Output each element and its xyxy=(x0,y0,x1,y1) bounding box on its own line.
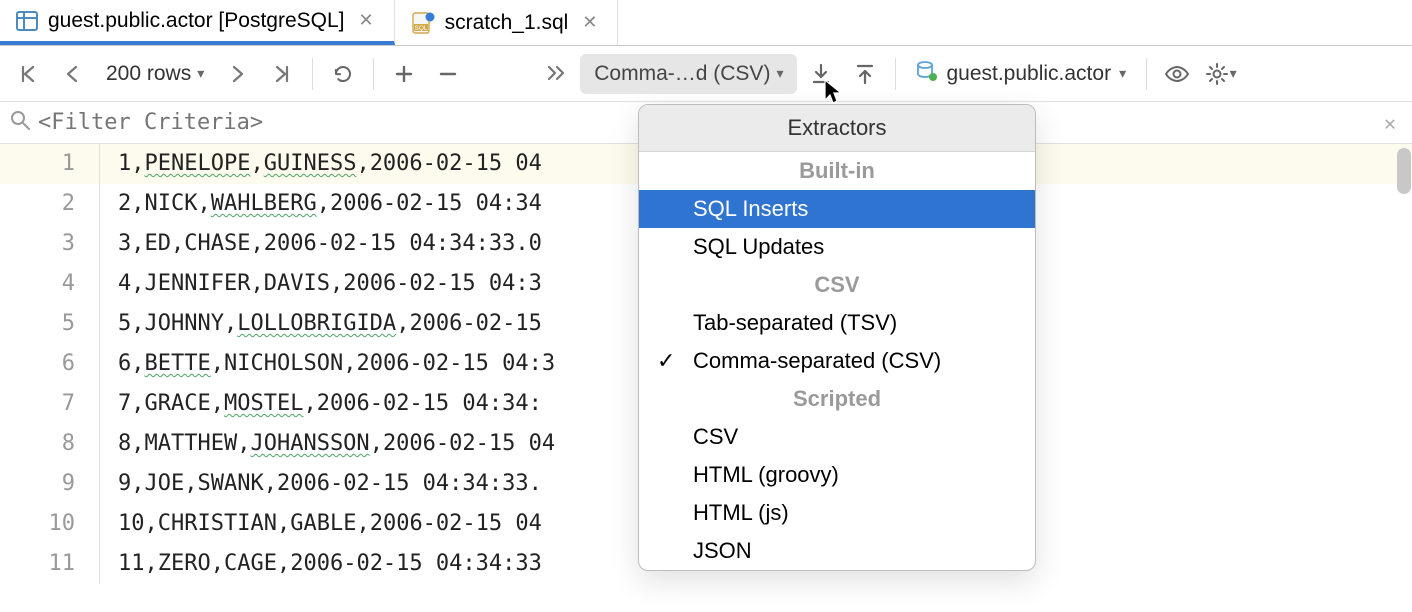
chevron-down-icon: ▾ xyxy=(776,65,783,82)
separator xyxy=(1146,58,1147,90)
extractor-item[interactable]: SQL Updates xyxy=(639,228,1035,266)
row-text: 8,MATTHEW,JOHANSSON,2006-02-15 04 xyxy=(100,424,555,464)
prev-page-button[interactable] xyxy=(52,54,92,94)
row-gutter: 7 xyxy=(0,384,100,424)
row-text: 5,JOHNNY,LOLLOBRIGIDA,2006-02-15 xyxy=(100,304,542,344)
table-icon xyxy=(16,10,38,32)
row-text: 4,JENNIFER,DAVIS,2006-02-15 04:3 xyxy=(100,264,542,304)
more-actions-button[interactable] xyxy=(536,54,576,94)
extractor-item[interactable]: Tab-separated (TSV) xyxy=(639,304,1035,342)
last-page-button[interactable] xyxy=(262,54,302,94)
row-text: 2,NICK,WAHLBERG,2006-02-15 04:34 xyxy=(100,184,542,224)
row-gutter: 11 xyxy=(0,544,100,584)
chevron-down-icon: ▾ xyxy=(1119,65,1126,82)
separator xyxy=(373,58,374,90)
row-gutter: 1 xyxy=(0,144,100,184)
chevron-down-icon: ▾ xyxy=(1230,65,1237,82)
extractor-item-label: SQL Updates xyxy=(693,234,824,260)
rows-dropdown[interactable]: 200 rows ▾ xyxy=(96,54,214,94)
datasource-dropdown[interactable]: guest.public.actor ▾ xyxy=(906,54,1136,94)
extractor-dropdown[interactable]: Comma-…d (CSV) ▾ xyxy=(580,54,797,94)
popup-title: Extractors xyxy=(639,105,1035,152)
next-page-button[interactable] xyxy=(218,54,258,94)
extractor-item-label: SQL Inserts xyxy=(693,196,808,222)
row-text: 3,ED,CHASE,2006-02-15 04:34:33.0 xyxy=(100,224,542,264)
sql-file-icon: SQL xyxy=(411,12,435,34)
extractor-item-label: Tab-separated (TSV) xyxy=(693,310,897,336)
row-text: 10,CHRISTIAN,GABLE,2006-02-15 04 xyxy=(100,504,542,544)
extractor-item-label: HTML (js) xyxy=(693,500,789,526)
extractor-item[interactable]: CSV xyxy=(639,418,1035,456)
search-icon xyxy=(10,110,30,136)
extractor-item-label: HTML (groovy) xyxy=(693,462,839,488)
row-gutter: 3 xyxy=(0,224,100,264)
separator xyxy=(895,58,896,90)
row-gutter: 2 xyxy=(0,184,100,224)
svg-text:SQL: SQL xyxy=(414,25,427,32)
extractor-item[interactable]: HTML (js) xyxy=(639,494,1035,532)
close-icon[interactable]: ✕ xyxy=(578,12,601,33)
tab-label: scratch_1.sql xyxy=(445,11,569,35)
check-icon: ✓ xyxy=(657,348,675,374)
reload-button[interactable] xyxy=(323,54,363,94)
popup-section-heading: Scripted xyxy=(639,380,1035,418)
row-text: 7,GRACE,MOSTEL,2006-02-15 04:34: xyxy=(100,384,542,424)
extractor-item-label: JSON xyxy=(693,538,752,564)
extractor-item[interactable]: ✓ Comma-separated (CSV) xyxy=(639,342,1035,380)
extractor-item[interactable]: HTML (groovy) xyxy=(639,456,1035,494)
tab-label: guest.public.actor [PostgreSQL] xyxy=(48,9,345,33)
export-download-button[interactable] xyxy=(801,54,841,94)
row-gutter: 6 xyxy=(0,344,100,384)
extractor-item-label: Comma-separated (CSV) xyxy=(693,348,941,374)
extractor-label: Comma-…d (CSV) xyxy=(594,62,770,86)
settings-button[interactable]: ▾ xyxy=(1201,54,1241,94)
row-gutter: 4 xyxy=(0,264,100,304)
editor-tabs: guest.public.actor [PostgreSQL] ✕ SQL sc… xyxy=(0,0,1412,46)
add-row-button[interactable] xyxy=(384,54,424,94)
remove-row-button[interactable] xyxy=(428,54,468,94)
result-toolbar: 200 rows ▾ Comma-…d (CSV) ▾ guest.public… xyxy=(0,46,1412,102)
extractor-item[interactable]: JSON xyxy=(639,532,1035,570)
row-gutter: 8 xyxy=(0,424,100,464)
popup-section-heading: Built-in xyxy=(639,152,1035,190)
row-text: 9,JOE,SWANK,2006-02-15 04:34:33. xyxy=(100,464,542,504)
tab-actor-table[interactable]: guest.public.actor [PostgreSQL] ✕ xyxy=(0,0,395,45)
extractor-item-label: CSV xyxy=(693,424,738,450)
extractor-item[interactable]: SQL Inserts xyxy=(639,190,1035,228)
view-button[interactable] xyxy=(1157,54,1197,94)
export-upload-button[interactable] xyxy=(845,54,885,94)
separator xyxy=(312,58,313,90)
close-icon[interactable]: ✕ xyxy=(355,10,378,31)
row-gutter: 5 xyxy=(0,304,100,344)
first-page-button[interactable] xyxy=(8,54,48,94)
chevron-down-icon: ▾ xyxy=(197,65,204,82)
rows-label: 200 rows xyxy=(106,62,191,86)
clear-filter-icon[interactable]: ✕ xyxy=(1378,111,1402,135)
scrollbar-thumb[interactable] xyxy=(1397,148,1411,194)
row-text: 1,PENELOPE,GUINESS,2006-02-15 04 xyxy=(100,144,542,184)
row-text: 11,ZERO,CAGE,2006-02-15 04:34:33 xyxy=(100,544,542,584)
popup-section-heading: CSV xyxy=(639,266,1035,304)
tab-scratch-sql[interactable]: SQL scratch_1.sql ✕ xyxy=(395,0,619,45)
row-gutter: 9 xyxy=(0,464,100,504)
datasource-label: guest.public.actor xyxy=(946,62,1111,86)
row-text: 6,BETTE,NICHOLSON,2006-02-15 04:3 xyxy=(100,344,555,384)
extractors-popup: Extractors Built-in SQL Inserts SQL Update… xyxy=(638,104,1036,571)
row-gutter: 10 xyxy=(0,504,100,544)
datasource-icon xyxy=(916,60,938,88)
